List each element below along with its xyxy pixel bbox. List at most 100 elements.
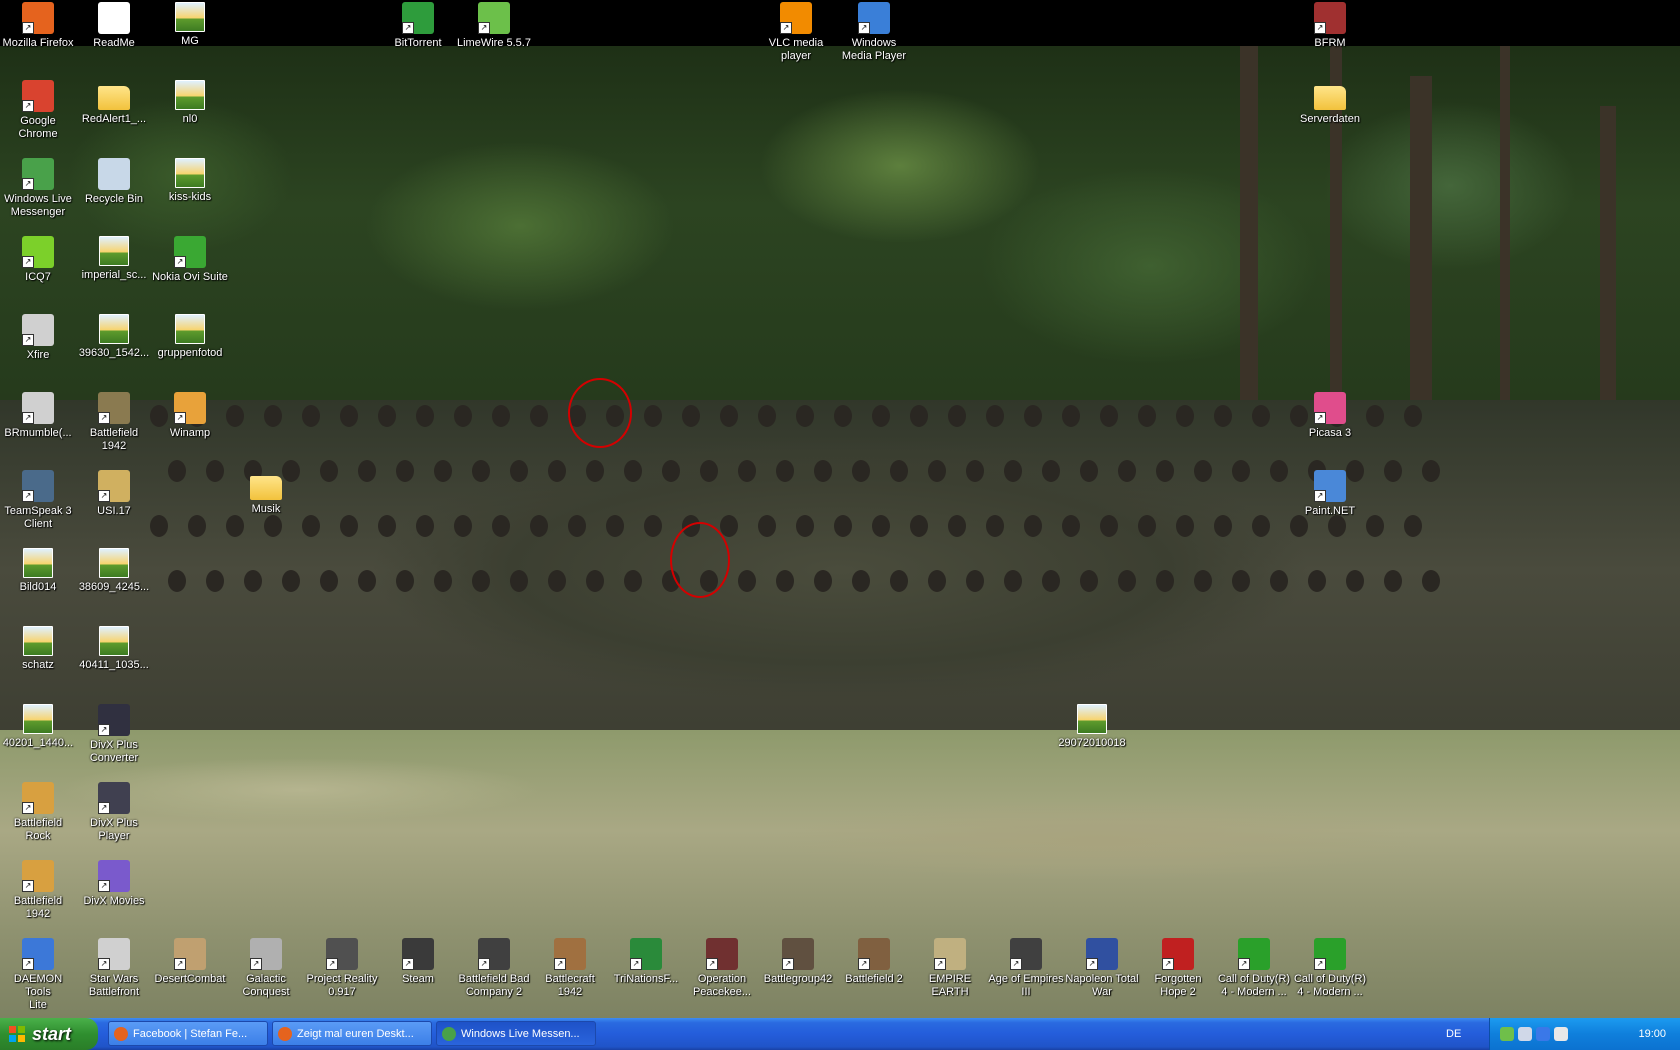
soldier-head <box>548 570 566 592</box>
soldier-head <box>358 570 376 592</box>
desktop-icon[interactable]: Bild014 <box>0 548 76 594</box>
desktop-icon[interactable]: ↗ Forgotten Hope 2 <box>1140 938 1216 999</box>
display-icon[interactable] <box>1554 1027 1568 1041</box>
desktop-icon[interactable]: ↗ BFRM <box>1292 2 1368 50</box>
desktop-icon[interactable]: imperial_sc... <box>76 236 152 282</box>
desktop-icon[interactable]: ↗ Battlefield 1942 <box>76 392 152 453</box>
desktop-icon[interactable]: ↗ Windows Media Player <box>836 2 912 63</box>
shortcut-arrow-icon: ↗ <box>1162 958 1174 970</box>
desktop-icon[interactable]: nl0 <box>152 80 228 126</box>
shortcut-arrow-icon: ↗ <box>630 958 642 970</box>
desktop-icon[interactable]: 39630_1542... <box>76 314 152 360</box>
desktop-icon[interactable]: ↗ DivX Plus Converter <box>76 704 152 765</box>
desktop-icon[interactable]: ↗ Napoleon Total War <box>1064 938 1140 999</box>
shortcut-arrow-icon: ↗ <box>1314 958 1326 970</box>
desktop-icon[interactable]: ↗ Call of Duty(R) 4 - Modern ... <box>1216 938 1292 999</box>
desktop-icon[interactable]: ↗ Paint.NET <box>1292 470 1368 518</box>
soldier-head <box>720 405 738 427</box>
network-icon[interactable] <box>1500 1027 1514 1041</box>
desktop-icon[interactable]: ↗ TeamSpeak 3 Client <box>0 470 76 531</box>
desktop-icon[interactable]: ReadMe <box>76 2 152 50</box>
shortcut-arrow-icon: ↗ <box>934 958 946 970</box>
shortcut-arrow-icon: ↗ <box>22 256 34 268</box>
desktop-icon[interactable]: ↗ DAEMON Tools Lite <box>0 938 76 1012</box>
desktop-icon[interactable]: Recycle Bin <box>76 158 152 206</box>
star-wars-icon: ↗ <box>98 938 130 970</box>
soldier-head <box>434 460 452 482</box>
desktop-icon[interactable]: ↗ VLC media player <box>758 2 834 63</box>
start-button[interactable]: start <box>0 1018 98 1050</box>
desktop-icon[interactable]: ↗ Project Reality 0.917 <box>304 938 380 999</box>
desktop-icon-label: Picasa 3 <box>1308 427 1352 439</box>
desktop-icon[interactable]: ↗ Xfire <box>0 314 76 362</box>
desktop-icon[interactable]: ↗ TriNationsF... <box>608 938 684 986</box>
desktop-icon[interactable]: ↗ ICQ7 <box>0 236 76 284</box>
age-of-empires-icon: ↗ <box>1010 938 1042 970</box>
soldier-head <box>606 515 624 537</box>
volume-icon[interactable] <box>1518 1027 1532 1041</box>
clock[interactable]: 19:00 <box>1638 1018 1666 1050</box>
desktop-icon[interactable]: ↗ Mozilla Firefox <box>0 2 76 50</box>
desktop-icon[interactable]: ↗ Battlefield 1942 <box>0 860 76 921</box>
desktop-icon[interactable]: ↗ Nokia Ovi Suite <box>152 236 228 284</box>
desktop-icon[interactable]: ↗ Star Wars Battlefront <box>76 938 152 999</box>
language-indicator[interactable]: DE <box>1446 1018 1461 1050</box>
taskbar-button-facebook[interactable]: Facebook | Stefan Fe... <box>108 1021 268 1046</box>
desktop-icon-label: VLC media player <box>768 37 824 62</box>
desktop-icon[interactable]: ↗ Steam <box>380 938 456 986</box>
desktop-icon[interactable]: ↗ Battlegroup42 <box>760 938 836 986</box>
desktop-icon[interactable]: ↗ Google Chrome <box>0 80 76 141</box>
desktop-icon[interactable]: 38609_4245... <box>76 548 152 594</box>
desktop-icon[interactable]: ↗ Call of Duty(R) 4 - Modern ... <box>1292 938 1368 999</box>
desktop-icon[interactable]: Serverdaten <box>1292 80 1368 126</box>
desktop-icon[interactable]: ↗ BRmumble(... <box>0 392 76 440</box>
desktop-icon[interactable]: ↗ Winamp <box>152 392 228 440</box>
soldier-head <box>1100 405 1118 427</box>
desktop-icon[interactable]: kiss-kids <box>152 158 228 204</box>
desktop-icon[interactable]: ↗ USI.17 <box>76 470 152 518</box>
shortcut-arrow-icon: ↗ <box>402 22 414 34</box>
desktop-icon[interactable]: ↗ Battlefield Rock <box>0 782 76 843</box>
soldier-head <box>1214 515 1232 537</box>
shortcut-arrow-icon: ↗ <box>22 958 34 970</box>
shortcut-arrow-icon: ↗ <box>250 958 262 970</box>
desktop-icon-label: Battlefield Bad Company 2 <box>458 973 530 998</box>
desktop-icon[interactable]: ↗ BitTorrent <box>380 2 456 50</box>
desktop-icon[interactable]: ↗ Battlecraft 1942 <box>532 938 608 999</box>
desktop-icon[interactable]: ↗ DivX Plus Player <box>76 782 152 843</box>
desktop-icon[interactable]: ↗ Galactic Conquest <box>228 938 304 999</box>
shortcut-arrow-icon: ↗ <box>174 958 186 970</box>
desktop-icon[interactable]: ↗ Battlefield 2 <box>836 938 912 986</box>
desktop-icon[interactable]: ↗ EMPIRE EARTH <box>912 938 988 999</box>
desktop-icon[interactable]: Musik <box>228 470 304 516</box>
taskbar-button-forum[interactable]: Zeigt mal euren Deskt... <box>272 1021 432 1046</box>
desktop-icon[interactable]: 40411_1035... <box>76 626 152 672</box>
soldier-head <box>910 515 928 537</box>
project-reality-icon: ↗ <box>326 938 358 970</box>
soldier-head <box>890 460 908 482</box>
cod4-icon: ↗ <box>1238 938 1270 970</box>
soldier-head <box>226 405 244 427</box>
taskbar-button-messenger[interactable]: Windows Live Messen... <box>436 1021 596 1046</box>
desktop-icon[interactable]: ↗ DesertCombat <box>152 938 228 986</box>
desktop-icon[interactable]: ↗ Windows Live Messenger <box>0 158 76 219</box>
desktop-icon[interactable]: ↗ Operation Peacekee... <box>684 938 760 999</box>
desktop-icon-label: Winamp <box>169 427 211 439</box>
desktop-icon[interactable]: RedAlert1_... <box>76 80 152 126</box>
desktop-icon[interactable]: MG <box>152 2 228 48</box>
desktop-icon[interactable]: ↗ LimeWire 5.5.7 <box>456 2 532 50</box>
desktop-icon[interactable]: ↗ Age of Empires III <box>988 938 1064 999</box>
desktop-icon[interactable]: ↗ Battlefield Bad Company 2 <box>456 938 532 999</box>
desktop-icon[interactable]: 40201_1440... <box>0 704 76 750</box>
desktop-icon[interactable]: schatz <box>0 626 76 672</box>
image-file-icon <box>99 314 129 344</box>
soldier-head <box>1138 515 1156 537</box>
desktop-icon[interactable]: ↗ Picasa 3 <box>1292 392 1368 440</box>
soldier-head <box>966 570 984 592</box>
bluetooth-icon[interactable] <box>1536 1027 1550 1041</box>
desktop-icon[interactable]: 29072010018 <box>1054 704 1130 750</box>
soldier-head <box>910 405 928 427</box>
desktop-icon-label: Call of Duty(R) 4 - Modern ... <box>1217 973 1291 998</box>
desktop-icon[interactable]: ↗ DivX Movies <box>76 860 152 908</box>
desktop-icon[interactable]: gruppenfotod <box>152 314 228 360</box>
